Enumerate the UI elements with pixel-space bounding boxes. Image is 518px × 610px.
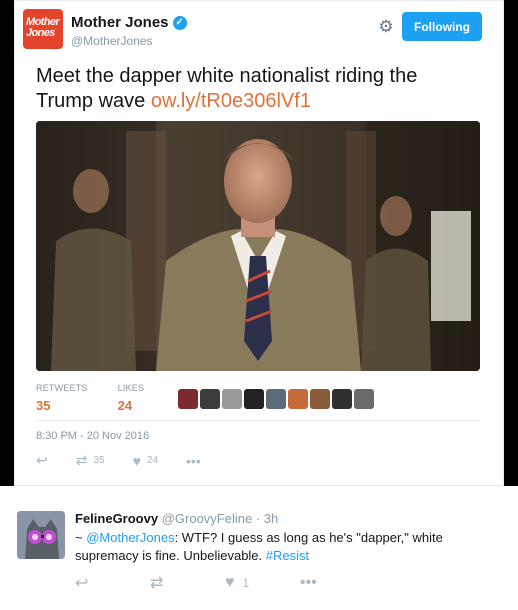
reply-hashtag[interactable]: #Resist <box>266 548 309 563</box>
reply-icon: ↩ <box>75 575 89 592</box>
reply-like-count: 1 <box>242 576 250 590</box>
more-icon: ••• <box>300 574 317 591</box>
photo-illustration <box>36 121 480 371</box>
reply-time[interactable]: · 3h <box>256 511 278 526</box>
retweet-icon: ⇄ <box>150 575 164 592</box>
liker-avatar[interactable] <box>266 389 286 409</box>
retweets-count: 35 <box>36 398 51 413</box>
reply-more-action[interactable]: ••• <box>300 574 375 592</box>
heart-icon: ♥ <box>225 574 235 591</box>
liker-avatar[interactable] <box>310 389 330 409</box>
heart-icon: ♥ <box>132 452 141 469</box>
author-handle: @MotherJones <box>71 34 153 48</box>
reply-header: FelineGroovy @GroovyFeline · 3h <box>75 511 278 526</box>
liker-avatar[interactable] <box>200 389 220 409</box>
reply-icon: ↩ <box>36 452 48 468</box>
author-name: Mother Jones <box>71 14 169 31</box>
tweet-text: Meet the dapper white nationalist riding… <box>36 64 476 114</box>
more-action[interactable]: ••• <box>186 453 201 469</box>
author-name-row: Mother Jones ✓ <box>71 14 187 31</box>
liker-avatar[interactable] <box>288 389 308 409</box>
liker-avatar[interactable] <box>332 389 352 409</box>
likes-label: LIKES <box>117 383 145 393</box>
reply-action[interactable]: ↩ <box>36 452 48 469</box>
tweet-link[interactable]: ow.ly/tR0e306lVf1 <box>151 90 311 112</box>
liker-avatar[interactable] <box>178 389 198 409</box>
reply-reply-action[interactable]: ↩ <box>75 573 150 593</box>
likes-count: 24 <box>117 398 133 413</box>
reply-prefix: ~ <box>75 530 87 545</box>
gear-icon[interactable]: ⚙ <box>377 18 395 36</box>
retweet-icon: ⇄ <box>75 452 88 468</box>
retweets-stat[interactable]: RETWEETS 35 <box>36 383 88 413</box>
reply-like-action[interactable]: ♥ 1 <box>225 574 300 592</box>
tweet-timestamp[interactable]: 8:30 PM - 20 Nov 2016 <box>36 430 149 442</box>
author-block[interactable]: Mother Jones ✓ @MotherJones <box>71 14 187 48</box>
like-action-count: 24 <box>146 455 159 466</box>
retweet-action[interactable]: ⇄ 35 <box>76 452 105 469</box>
mother-jones-logo[interactable]: Mother Jones <box>23 9 63 49</box>
reply-text: ~ @MotherJones: WTF? I guess as long as … <box>75 529 495 565</box>
following-button[interactable]: Following <box>402 12 482 41</box>
liker-avatars <box>178 389 374 409</box>
tweet-photo[interactable] <box>36 121 480 371</box>
right-border <box>504 0 518 486</box>
reply-retweet-action[interactable]: ⇄ <box>150 573 225 593</box>
liker-avatar[interactable] <box>354 389 374 409</box>
tweet-stats: RETWEETS 35 LIKES 24 <box>36 383 144 413</box>
more-icon: ••• <box>186 452 201 469</box>
retweet-action-count: 35 <box>93 455 105 466</box>
liker-avatar[interactable] <box>222 389 242 409</box>
reply-mention[interactable]: @MotherJones <box>86 530 174 545</box>
logo-line-2: Jones <box>26 27 55 39</box>
cat-avatar-image <box>17 511 65 559</box>
reply-author-handle[interactable]: @GroovyFeline <box>162 511 253 526</box>
verified-icon: ✓ <box>172 15 187 30</box>
tweet-actions: ↩ ⇄ 35 ♥ 24 ••• <box>36 452 296 469</box>
reply-avatar[interactable] <box>17 511 65 559</box>
retweets-label: RETWEETS <box>36 383 88 393</box>
divider <box>36 420 480 421</box>
reply-actions: ↩ ⇄ ♥ 1 ••• <box>75 573 375 593</box>
left-border <box>0 0 14 486</box>
like-action[interactable]: ♥ 24 <box>133 453 158 469</box>
liker-avatar[interactable] <box>244 389 264 409</box>
likes-stat[interactable]: LIKES 24 <box>118 383 145 413</box>
reply-author-name[interactable]: FelineGroovy <box>75 511 158 526</box>
